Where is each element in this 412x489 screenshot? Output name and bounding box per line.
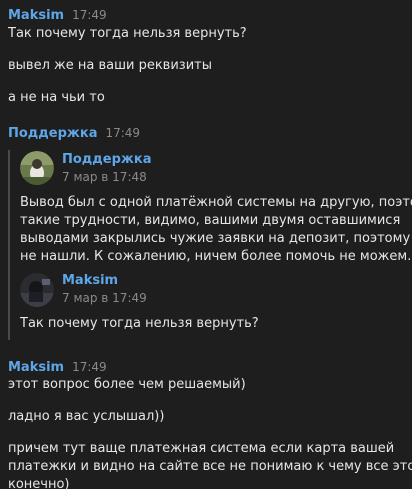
message-header: Поддержка 17:49: [8, 126, 140, 141]
forward-author-name[interactable]: Maksim: [62, 273, 118, 288]
message-time: 17:49: [72, 8, 107, 22]
author-name[interactable]: Maksim: [8, 360, 64, 375]
message-text: Так почему тогда нельзя вернуть?: [8, 26, 247, 41]
message-group-maksim-1: Maksim 17:49: [8, 8, 107, 23]
forward-date: 7 мар в 17:48: [62, 170, 147, 184]
forward-date: 7 мар в 17:49: [62, 291, 147, 305]
forward-text: выводами закрылись чужие заявки на депоз…: [20, 231, 412, 246]
message-time: 17:49: [105, 126, 141, 140]
forward-author-name[interactable]: Поддержка: [62, 152, 151, 167]
message-text: этот вопрос более чем решаемый): [8, 377, 246, 392]
message-header: Maksim 17:49: [8, 8, 107, 23]
message-text: вывел же на ваши реквизиты: [8, 58, 212, 73]
forward-text: Вывод был с одной платёжной системы на д…: [20, 195, 412, 210]
forward-text: Так почему тогда нельзя вернуть?: [20, 316, 259, 331]
support-avatar[interactable]: [20, 151, 54, 185]
maksim-avatar-icon: [20, 273, 54, 307]
support-avatar-icon: [20, 151, 54, 185]
message-text: конечно): [8, 477, 70, 489]
author-name[interactable]: Поддержка: [8, 126, 97, 141]
maksim-avatar[interactable]: [20, 273, 54, 307]
chat-message-list[interactable]: Maksim 17:49 Так почему тогда нельзя вер…: [0, 0, 412, 489]
author-name[interactable]: Maksim: [8, 8, 64, 23]
message-group-maksim-2: Maksim 17:49: [8, 360, 107, 375]
forward-quote-bar: [8, 150, 10, 340]
message-text: а не на чьи то: [8, 90, 105, 105]
forward-text: такие трудности, видимо, вашими двумя ос…: [20, 213, 401, 228]
message-time: 17:49: [72, 360, 107, 374]
message-group-support: Поддержка 17:49: [8, 126, 140, 141]
message-text: ладно я вас услышал)): [8, 409, 165, 424]
message-text: платежки и видно на сайте все не понимаю…: [8, 459, 412, 474]
forward-text: не нашли. К сожалению, ничем более помоч…: [20, 249, 412, 264]
message-header: Maksim 17:49: [8, 360, 107, 375]
message-text: причем тут ваще платежная система если к…: [8, 441, 395, 456]
